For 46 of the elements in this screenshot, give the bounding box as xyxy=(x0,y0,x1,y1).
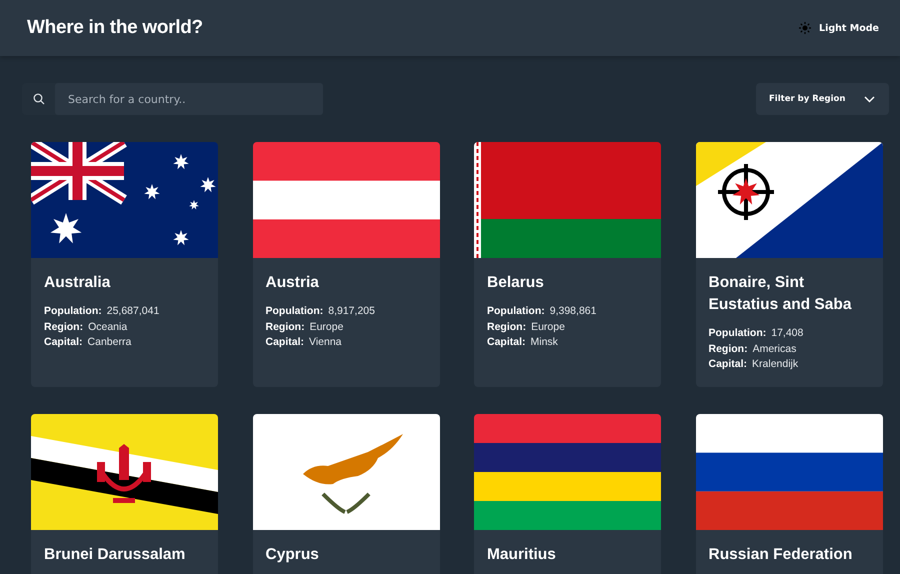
detail-value: Europe xyxy=(531,320,565,334)
detail-value: 9,398,861 xyxy=(550,304,596,319)
detail-value: Europe xyxy=(310,320,344,334)
country-name: Mauritius xyxy=(487,545,557,565)
country-name: Australia xyxy=(44,273,112,293)
country-card[interactable]: Austria Population: 8,917,205 Region: Europe Capital: Vienna xyxy=(252,142,440,387)
detail-value: Vienna xyxy=(309,335,342,350)
detail-value: 8,917,205 xyxy=(328,304,375,319)
country-card[interactable]: Australia Population: 25,687,041 Region: Oceania Capital: Canberra xyxy=(31,142,218,387)
detail-label: Region: xyxy=(487,320,526,334)
country-name: Brunei Darussalam xyxy=(44,545,186,565)
detail-value: Minsk xyxy=(530,335,558,350)
country-name: Austria xyxy=(266,273,320,293)
theme-toggle[interactable]: Light Mode xyxy=(799,20,879,36)
detail-label: Capital: xyxy=(487,335,526,350)
detail-value: Oceania xyxy=(88,320,128,334)
detail-label: Region: xyxy=(44,320,84,334)
detail-label: Capital: xyxy=(266,335,304,350)
detail-value: Canberra xyxy=(88,335,132,350)
detail-value: Americas xyxy=(752,342,796,356)
country-card[interactable]: Russian Federation xyxy=(696,414,882,574)
country-name: Bonaire, Sint Eustatius and Saba xyxy=(708,273,853,315)
detail-label: Capital: xyxy=(708,357,748,372)
country-name: Russian Federation xyxy=(708,545,854,565)
country-card[interactable]: Bonaire, Sint Eustatius and Saba Population: 17,408 Region: Americas Capital: Kralendijk xyxy=(696,142,882,387)
detail-label: Region: xyxy=(266,320,305,334)
detail-label: Capital: xyxy=(44,335,83,350)
detail-label: Population: xyxy=(708,326,766,341)
detail-value: 25,687,041 xyxy=(106,304,160,319)
detail-value: 17,408 xyxy=(771,326,804,341)
country-name: Cyprus xyxy=(266,545,320,565)
app-title: Where in the world? xyxy=(27,17,203,39)
country-name: Belarus xyxy=(487,273,545,293)
country-card[interactable]: Cyprus xyxy=(252,414,440,574)
detail-label: Population: xyxy=(266,304,324,319)
chevron-down-icon xyxy=(864,96,875,102)
detail-label: Region: xyxy=(708,342,748,356)
detail-label: Population: xyxy=(487,304,545,319)
country-card[interactable]: Belarus Population: 9,398,861 Region: Europe Capital: Minsk xyxy=(474,142,661,387)
sun-icon xyxy=(799,22,812,34)
search-icon xyxy=(32,93,44,105)
country-card[interactable]: Brunei Darussalam xyxy=(31,414,218,574)
country-card[interactable]: Mauritius xyxy=(474,414,661,574)
detail-label: Population: xyxy=(44,304,102,319)
region-filter-dropdown[interactable]: Filter by Region xyxy=(756,83,889,115)
detail-value: Kralendijk xyxy=(752,357,798,372)
